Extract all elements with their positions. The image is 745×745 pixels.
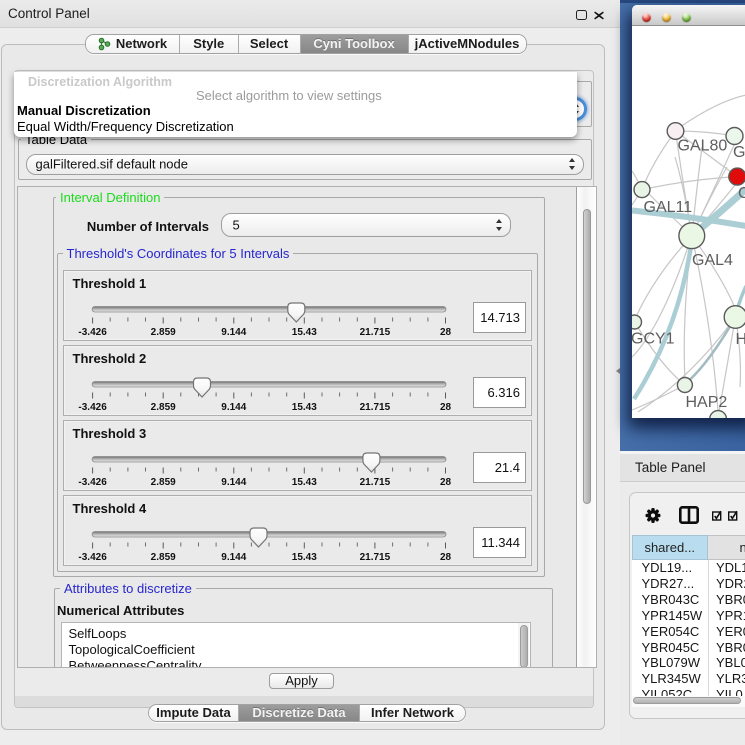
svg-text:GAL11: GAL11 bbox=[643, 199, 692, 216]
svg-text:-3.426: -3.426 bbox=[78, 402, 107, 413]
svg-text:28: 28 bbox=[440, 402, 452, 413]
svg-text:-3.426: -3.426 bbox=[78, 327, 107, 338]
svg-text:28: 28 bbox=[440, 327, 452, 338]
svg-text:9.144: 9.144 bbox=[221, 552, 246, 563]
svg-text:9.144: 9.144 bbox=[221, 327, 246, 338]
svg-text:2.859: 2.859 bbox=[151, 402, 176, 413]
svg-text:15.43: 15.43 bbox=[292, 327, 317, 338]
svg-text:21.715: 21.715 bbox=[360, 402, 391, 413]
svg-text:15.43: 15.43 bbox=[292, 402, 317, 413]
svg-text:15.43: 15.43 bbox=[292, 552, 317, 563]
svg-text:28: 28 bbox=[440, 552, 452, 563]
svg-text:21.715: 21.715 bbox=[360, 327, 391, 338]
svg-text:2.859: 2.859 bbox=[151, 477, 176, 488]
svg-text:GAL: GAL bbox=[733, 144, 745, 161]
svg-text:GAL80: GAL80 bbox=[677, 138, 727, 155]
svg-text:-3.426: -3.426 bbox=[78, 552, 107, 563]
svg-text:28: 28 bbox=[440, 477, 452, 488]
svg-text:2.859: 2.859 bbox=[151, 552, 176, 563]
svg-text:HAP2: HAP2 bbox=[685, 394, 727, 411]
svg-text:15.43: 15.43 bbox=[292, 477, 317, 488]
svg-text:9.144: 9.144 bbox=[221, 477, 246, 488]
svg-text:CR: CR bbox=[738, 185, 745, 202]
svg-text:-3.426: -3.426 bbox=[78, 477, 107, 488]
svg-text:21.715: 21.715 bbox=[360, 477, 391, 488]
svg-text:GAL4: GAL4 bbox=[692, 252, 733, 269]
svg-text:2.859: 2.859 bbox=[151, 327, 176, 338]
svg-text:GCY1: GCY1 bbox=[632, 331, 675, 348]
svg-text:H: H bbox=[735, 331, 745, 348]
svg-text:9.144: 9.144 bbox=[221, 402, 246, 413]
svg-text:21.715: 21.715 bbox=[360, 552, 391, 563]
